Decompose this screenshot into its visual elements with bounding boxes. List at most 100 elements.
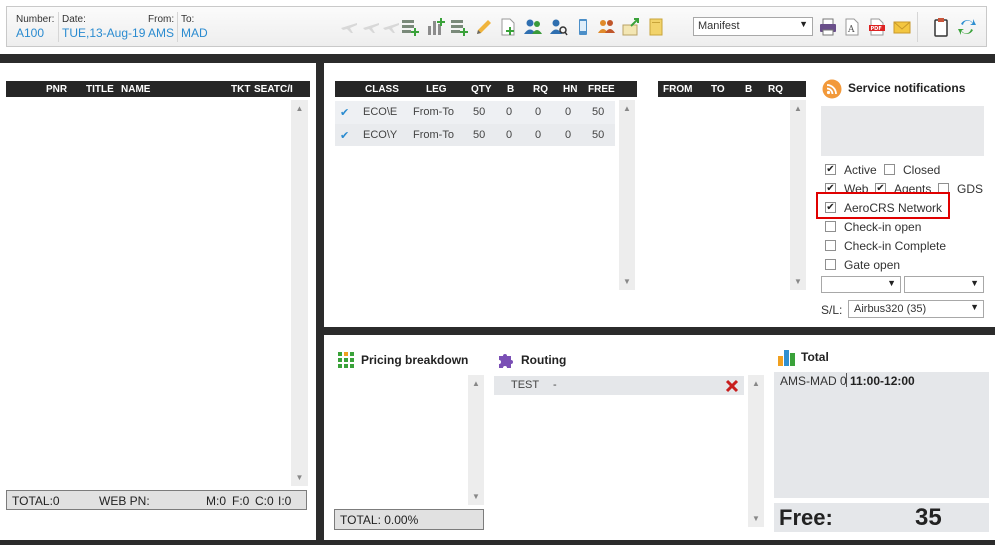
legs-table-header: FROM TO B RQ [658, 81, 806, 97]
add-list-icon[interactable] [400, 17, 420, 37]
free-label: Free: [779, 505, 833, 530]
mail-icon[interactable] [892, 17, 912, 37]
plane-depart-icon[interactable] [339, 17, 359, 37]
date-value: TUE,13-Aug-19 [62, 26, 146, 40]
separator [177, 12, 178, 42]
toolbar: Number: A100 Date: TUE,13-Aug-19 From: A… [6, 6, 987, 47]
active-checkbox[interactable]: ✔ [825, 164, 836, 175]
row-hn: 0 [565, 106, 572, 118]
row-qty: 50 [473, 106, 486, 118]
col-tkt: TKT [231, 84, 251, 95]
aerocrs-checkbox[interactable]: ✔ [825, 202, 836, 213]
row-class: ECO\Y [363, 129, 398, 141]
row-leg: From-To [413, 106, 454, 118]
checkin-complete-checkbox[interactable] [825, 240, 836, 251]
to-value: MAD [181, 26, 208, 40]
rss-icon [822, 79, 842, 99]
closed-checkbox[interactable] [884, 164, 895, 175]
scroll-up-icon[interactable]: ▲ [790, 104, 806, 113]
transfer-users-icon[interactable] [596, 17, 616, 37]
chevron-down-icon: ▼ [887, 278, 896, 288]
filter-select-1[interactable]: ▼ [821, 276, 901, 293]
col-b: B [507, 84, 515, 95]
scroll-down-icon[interactable]: ▼ [748, 514, 764, 523]
filter-select-2[interactable]: ▼ [904, 276, 984, 293]
f-count: F:0 [232, 494, 250, 508]
class-scrollbar[interactable]: ▲ ▼ [619, 100, 635, 290]
svg-text:A: A [847, 25, 855, 35]
m-count: M:0 [206, 494, 227, 508]
scroll-down-icon[interactable]: ▼ [468, 492, 484, 501]
scroll-up-icon[interactable]: ▲ [291, 104, 308, 113]
plane-transfer-icon[interactable] [381, 17, 401, 37]
notifications-title: Service notifications [848, 81, 966, 95]
delete-icon[interactable] [725, 379, 739, 393]
scroll-down-icon[interactable]: ▼ [291, 473, 308, 482]
check-icon: ✔ [340, 130, 350, 142]
pricing-grid-icon [338, 352, 354, 368]
row-rq: 0 [535, 106, 542, 118]
total-count: TOTAL:0 [12, 494, 60, 508]
to-label: To: [181, 14, 195, 25]
scroll-up-icon[interactable]: ▲ [619, 104, 635, 113]
report-select[interactable]: Manifest ▼ [693, 17, 813, 36]
pencil-icon[interactable] [474, 17, 494, 37]
chevron-down-icon: ▼ [970, 278, 979, 288]
frame-divider-vertical [316, 63, 324, 545]
col-rq: RQ [533, 84, 548, 95]
separator [846, 373, 847, 387]
passenger-table-header: PNR TITLE NAME TKT SEAT C/I [6, 81, 310, 97]
scroll-up-icon[interactable]: ▲ [468, 379, 484, 388]
refresh-icon[interactable] [957, 17, 977, 37]
font-document-icon[interactable]: A [842, 17, 862, 37]
puzzle-icon [499, 354, 513, 368]
routing-title: Routing [521, 353, 567, 367]
checkin-open-checkbox[interactable] [825, 221, 836, 232]
from-value: AMS [148, 26, 175, 40]
check-icon: ✔ [340, 107, 350, 119]
bar-chart-icon[interactable] [425, 17, 445, 37]
user-search-icon[interactable] [548, 17, 568, 37]
routing-scrollbar[interactable]: ▲ ▼ [748, 375, 764, 527]
aerocrs-label: AeroCRS Network [844, 201, 943, 215]
pricing-scrollbar[interactable]: ▲ ▼ [468, 375, 484, 505]
notifications-box [821, 106, 984, 156]
pdf-icon[interactable]: PDF [867, 17, 887, 37]
mobile-phone-icon[interactable] [573, 17, 593, 37]
frame-bottom [0, 540, 995, 545]
clipboard-icon[interactable] [931, 17, 951, 37]
plane-arrive-icon[interactable] [361, 17, 381, 37]
passenger-totals-bar: TOTAL:0 WEB PN: M:0 F:0 C:0 I:0 [6, 490, 307, 510]
seat-layout-select[interactable]: Airbus320 (35) ▼ [848, 300, 984, 318]
row-free: 50 [592, 129, 605, 141]
i-count: I:0 [278, 494, 292, 508]
list-add-icon[interactable] [449, 17, 469, 37]
col-rq: RQ [768, 84, 783, 95]
table-row[interactable]: ✔ ECO\E From-To 50 0 0 0 50 [335, 101, 615, 124]
notes-icon[interactable] [646, 17, 666, 37]
pricing-title: Pricing breakdown [361, 353, 469, 367]
scroll-down-icon[interactable]: ▼ [790, 277, 806, 286]
passenger-scrollbar[interactable]: ▲ ▼ [291, 100, 308, 486]
printer-icon[interactable] [818, 17, 838, 37]
number-value: A100 [16, 26, 45, 40]
col-name: NAME [121, 84, 151, 95]
legs-scrollbar[interactable]: ▲ ▼ [790, 100, 806, 290]
add-document-icon[interactable] [498, 17, 518, 37]
users-icon[interactable] [523, 17, 543, 37]
checkin-open-label: Check-in open [844, 220, 922, 234]
row-free: 50 [592, 106, 605, 118]
scroll-up-icon[interactable]: ▲ [748, 379, 764, 388]
gate-open-checkbox[interactable] [825, 259, 836, 270]
number-label: Number: [16, 14, 55, 25]
export-mail-icon[interactable] [621, 17, 641, 37]
gds-label: GDS [957, 182, 984, 196]
pricing-total: TOTAL: 0.00% [340, 513, 419, 527]
total-chart-icon [778, 350, 795, 366]
scroll-down-icon[interactable]: ▼ [619, 277, 635, 286]
table-row[interactable]: ✔ ECO\Y From-To 50 0 0 0 50 [335, 124, 615, 146]
chevron-down-icon: ▼ [970, 302, 979, 312]
checkin-complete-label: Check-in Complete [844, 239, 947, 253]
free-seats-box: Free: 35 [774, 503, 989, 532]
routing-row[interactable]: TEST - [494, 376, 744, 395]
